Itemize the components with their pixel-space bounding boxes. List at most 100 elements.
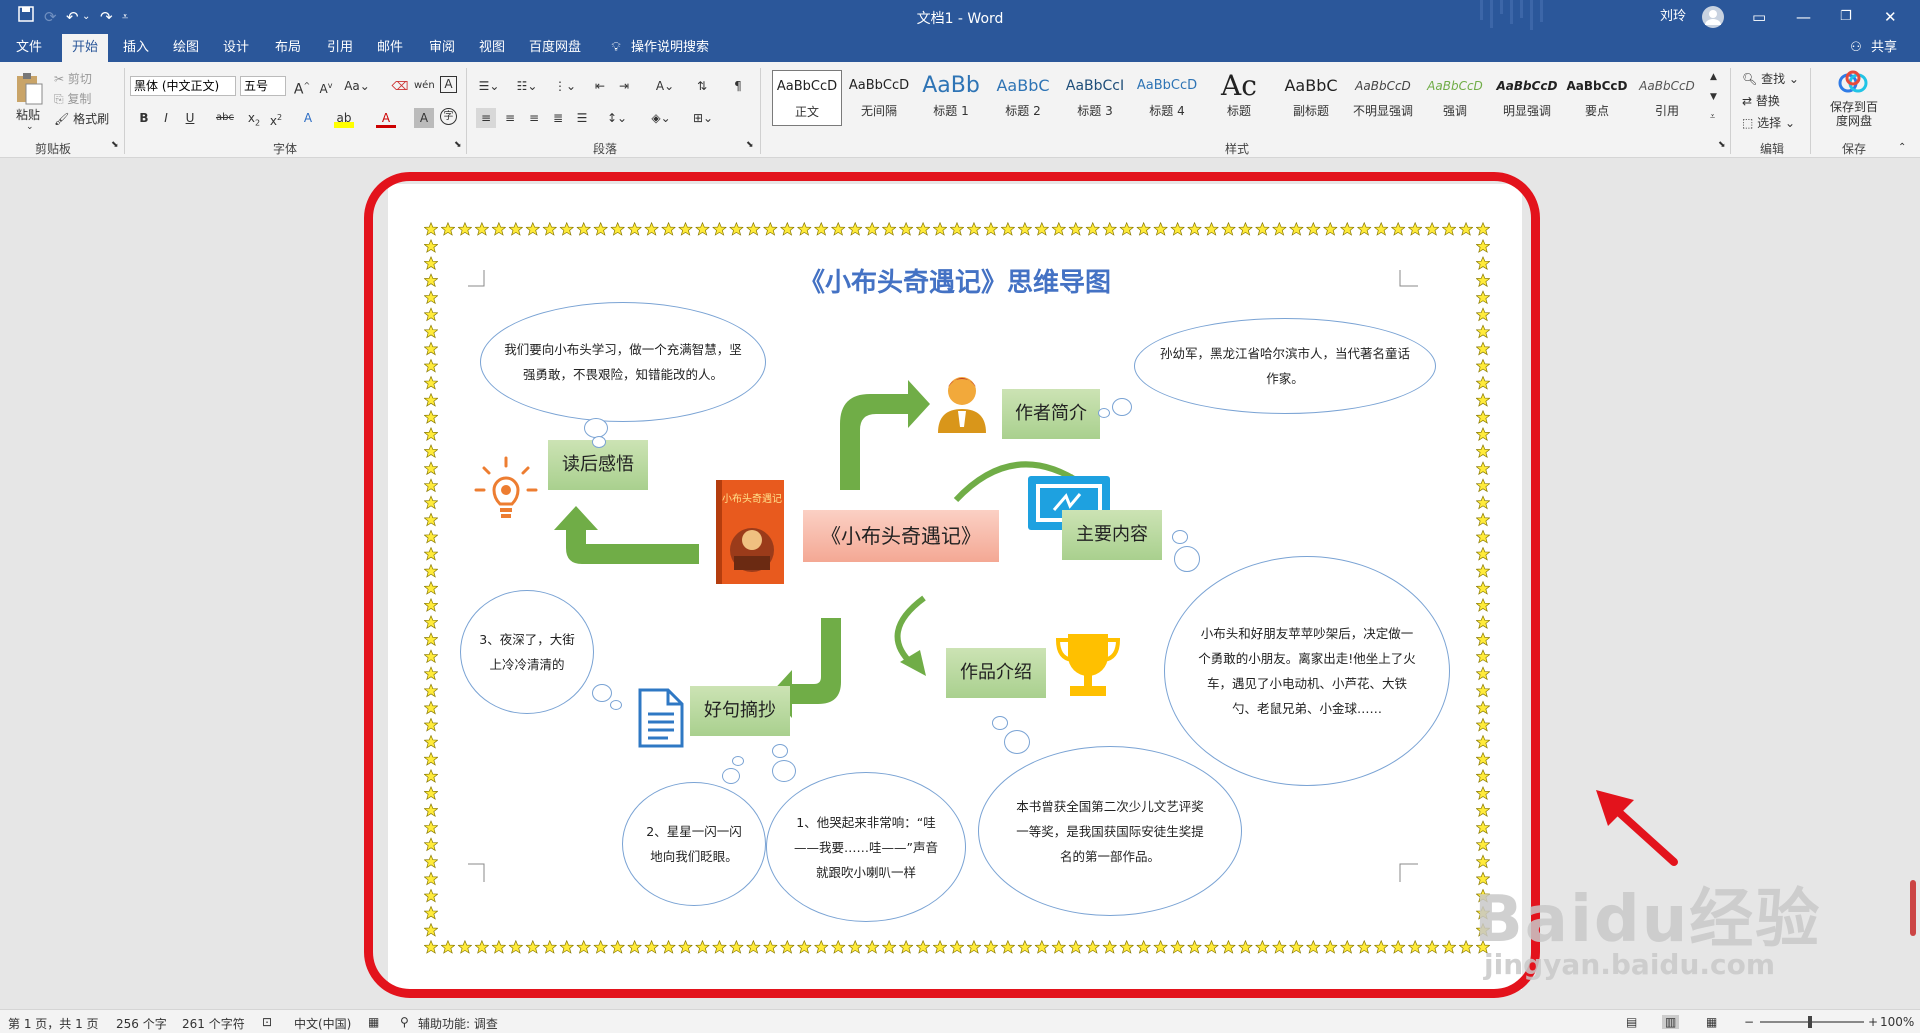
style-heading-1[interactable]: AaBb 标题 1 [916,70,986,126]
read-mode-icon[interactable]: ▤ [1626,1015,1637,1029]
tab-insert[interactable]: 插入 [116,34,156,62]
proofing-icon[interactable]: ⊡ [262,1015,272,1029]
bold-icon[interactable]: B [134,108,154,128]
format-painter-button[interactable]: 🖌︎ 格式刷 [54,110,109,127]
styles-more-icon[interactable]: ⩡ [1710,112,1715,122]
zoom-out-icon[interactable]: − [1744,1015,1754,1029]
align-left-icon[interactable]: ≡ [476,108,496,128]
tab-mailings[interactable]: 邮件 [370,34,410,62]
style-heading-2[interactable]: AaBbC 标题 2 [988,70,1058,126]
font-size-combo[interactable]: 五号 [240,76,286,96]
paste-icon[interactable] [14,70,44,106]
style-emphasis[interactable]: AaBbCcD 强调 [1420,70,1490,126]
styles-launcher-icon[interactable]: ⬊ [1718,140,1726,150]
style-intense-emphasis[interactable]: AaBbCcD 明显强调 [1492,70,1562,126]
tab-layout[interactable]: 布局 [268,34,308,62]
word-count[interactable]: 256 个字 [116,1015,167,1032]
share-icon[interactable]: ⚇ [1846,34,1866,62]
replace-button[interactable]: ⇄ 替换 [1742,92,1780,109]
restore-icon[interactable]: ❐ [1840,6,1852,28]
styles-scroll-up-icon[interactable]: ▲ [1710,72,1717,82]
decrease-indent-icon[interactable]: ⇤ [590,76,610,96]
style-heading-3[interactable]: AaBbCcI 标题 3 [1060,70,1130,126]
change-case-icon[interactable]: Aa⌄ [344,76,370,96]
text-effects-icon[interactable]: A [298,108,318,128]
font-color-icon[interactable]: A [376,108,396,128]
zoom-in-icon[interactable]: + [1868,1015,1878,1029]
select-button[interactable]: ⬚ 选择 ⌄ [1742,114,1795,131]
accessibility-icon[interactable]: ⚲ [400,1015,409,1029]
minimize-icon[interactable]: — [1796,6,1811,28]
close-icon[interactable]: ✕ [1884,6,1897,28]
page-count[interactable]: 第 1 页，共 1 页 [8,1015,99,1032]
macro-icon[interactable]: ▦ [368,1015,379,1029]
style-no-spacing[interactable]: AaBbCcD 无间隔 [844,70,914,126]
increase-indent-icon[interactable]: ⇥ [614,76,634,96]
avatar[interactable] [1702,6,1724,28]
char-count[interactable]: 261 个字符 [182,1015,245,1032]
style-normal[interactable]: AaBbCcD 正文 [772,70,842,126]
multilevel-list-icon[interactable]: ⋮⌄ [552,76,578,96]
numbering-icon[interactable]: ☷⌄ [514,76,540,96]
paragraph-launcher-icon[interactable]: ⬊ [746,140,754,150]
phonetic-guide-icon[interactable]: wén [414,76,435,96]
show-marks-icon[interactable]: ¶ [728,76,748,96]
strikethrough-icon[interactable]: abc [212,108,238,128]
language[interactable]: 中文(中国) [294,1015,351,1032]
zoom-slider-thumb[interactable] [1808,1016,1812,1028]
save-to-netdisk-button[interactable]: 保存到百度网盘 [1826,100,1882,128]
align-right-icon[interactable]: ≡ [524,108,544,128]
distributed-icon[interactable]: ☰ [572,108,592,128]
grow-font-icon[interactable]: A^ [292,76,312,98]
align-center-icon[interactable]: ≡ [500,108,520,128]
subscript-icon[interactable]: x2 [244,108,264,128]
character-border-icon[interactable]: A [440,76,457,93]
style-title[interactable]: Ac 标题 [1204,70,1274,126]
tab-references[interactable]: 引用 [320,34,360,62]
shrink-font-icon[interactable]: Av [316,76,336,96]
font-launcher-icon[interactable]: ⬊ [454,140,462,150]
tab-design[interactable]: 设计 [216,34,256,62]
zoom-slider[interactable] [1760,1021,1864,1023]
enclose-characters-icon[interactable]: 字 [440,108,457,125]
copy-button[interactable]: ⎘ 复制 [54,90,91,107]
web-layout-icon[interactable]: ▦ [1706,1015,1717,1029]
baidu-netdisk-icon[interactable] [1838,70,1868,96]
tab-home[interactable]: 开始 [62,34,108,62]
style-strong[interactable]: AaBbCcD 要点 [1562,70,1632,126]
zoom-level[interactable]: 100% [1880,1015,1914,1029]
tab-baidu-netdisk[interactable]: 百度网盘 [524,34,586,62]
accessibility-status[interactable]: 辅助功能: 调查 [418,1015,498,1032]
font-name-combo[interactable]: 黑体 (中文正文) [130,76,236,96]
tab-review[interactable]: 审阅 [422,34,462,62]
cut-button[interactable]: ✂ 剪切 [54,70,92,87]
highlight-icon[interactable]: ab [334,108,354,128]
tell-me-search[interactable]: 操作说明搜索 [630,34,710,62]
paste-dropdown-icon[interactable]: ⌄ [26,122,34,132]
character-shading-icon[interactable]: A [414,108,434,128]
tab-draw[interactable]: 绘图 [166,34,206,62]
underline-icon[interactable]: U [180,108,200,128]
style-subtle-emphasis[interactable]: AaBbCcD 不明显强调 [1348,70,1418,126]
clear-formatting-icon[interactable]: ⌫ [390,76,410,96]
clipboard-launcher-icon[interactable]: ⬊ [111,140,119,150]
style-quote[interactable]: AaBbCcD 引用 [1632,70,1702,126]
style-subtitle[interactable]: AaBbC 副标题 [1276,70,1346,126]
find-button[interactable]: 🔍︎ 查找 ⌄ [1742,70,1799,87]
tab-file[interactable]: 文件 [8,34,50,62]
borders-icon[interactable]: ⊞⌄ [690,108,716,128]
line-spacing-icon[interactable]: ↕⌄ [604,108,630,128]
italic-icon[interactable]: I [156,108,176,128]
vertical-scrollbar[interactable] [1910,880,1916,936]
justify-icon[interactable]: ≣ [548,108,568,128]
chinese-layout-icon[interactable]: A⌄ [652,76,678,96]
collapse-ribbon-icon[interactable]: ⌃ [1898,142,1906,153]
style-heading-4[interactable]: AaBbCcD 标题 4 [1132,70,1202,126]
ribbon-display-options-icon[interactable]: ▭ [1752,6,1766,28]
styles-scroll-down-icon[interactable]: ▼ [1710,92,1717,102]
share-button[interactable]: 共享 [1866,34,1902,62]
tab-view[interactable]: 视图 [472,34,512,62]
sort-icon[interactable]: ⇅ [692,76,712,96]
print-layout-icon[interactable]: ▥ [1662,1015,1680,1029]
shading-icon[interactable]: ◈⌄ [648,108,674,128]
